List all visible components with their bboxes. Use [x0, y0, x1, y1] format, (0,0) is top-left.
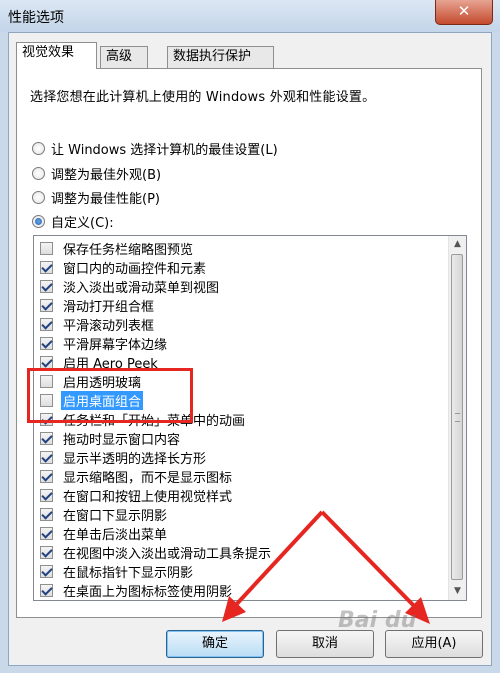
radio-best-performance[interactable]: 调整为最佳性能(P)	[32, 187, 160, 207]
tab-advanced[interactable]: 高级	[100, 46, 148, 68]
list-item[interactable]: 显示缩略图，而不是显示图标	[40, 467, 234, 486]
radio-label: 调整为最佳性能(P)	[51, 191, 160, 207]
list-item-label: 在窗口和按钮上使用视觉样式	[63, 490, 233, 505]
window-title: 性能选项	[8, 10, 64, 26]
list-item-label: 在单击后淡出菜单	[63, 528, 168, 543]
list-item-label: 拖动时显示窗口内容	[63, 433, 181, 448]
scroll-up-arrow-icon[interactable]: ▲	[449, 236, 466, 253]
list-item[interactable]: 拖动时显示窗口内容	[40, 429, 182, 448]
grip-icon	[455, 413, 460, 422]
checkbox-checked[interactable]	[40, 280, 53, 293]
list-item[interactable]: 窗口内的动画控件和元素	[40, 258, 208, 277]
list-item-label: 保存任务栏缩略图预览	[63, 243, 194, 258]
checkbox-checked[interactable]	[40, 451, 53, 464]
list-item[interactable]: 在单击后淡出菜单	[40, 524, 169, 543]
list-item[interactable]: 在桌面上为图标标签使用阴影	[40, 581, 234, 600]
list-item[interactable]: 淡入淡出或滑动菜单到视图	[40, 277, 221, 296]
checkbox-checked[interactable]	[40, 318, 53, 331]
list-item[interactable]: 平滑屏幕字体边缘	[40, 334, 169, 353]
checkbox-checked[interactable]	[40, 565, 53, 578]
list-item-label: 窗口内的动画控件和元素	[63, 262, 207, 277]
list-item-label: 滑动打开组合框	[63, 300, 155, 315]
radio-button-selected[interactable]	[32, 214, 45, 228]
checkbox-checked[interactable]	[40, 299, 53, 312]
list-item[interactable]: 滑动打开组合框	[40, 296, 156, 315]
watermark: Bai du	[338, 608, 417, 633]
annotation-highlight-box	[27, 368, 193, 423]
checkbox-checked[interactable]	[40, 432, 53, 445]
list-item-label: 在桌面上为图标标签使用阴影	[63, 585, 233, 600]
close-icon: ✕	[457, 2, 471, 20]
list-item-label: 显示缩略图，而不是显示图标	[63, 471, 233, 486]
scroll-thumb[interactable]	[451, 254, 463, 580]
list-item-label: 平滑滚动列表框	[63, 319, 155, 334]
checkbox-checked[interactable]	[40, 527, 53, 540]
ok-button[interactable]: 确定	[166, 630, 264, 658]
list-item[interactable]: 在鼠标指针下显示阴影	[40, 562, 195, 581]
checkbox-checked[interactable]	[40, 508, 53, 521]
vertical-scrollbar[interactable]: ▲ ▼	[448, 236, 466, 600]
tab-visual-effects[interactable]: 视觉效果	[16, 42, 97, 69]
tab-dep[interactable]: 数据执行保护	[167, 46, 274, 68]
list-item-label: 在视图中淡入淡出或滑动工具条提示	[63, 547, 272, 562]
checkbox[interactable]	[40, 242, 53, 255]
list-item[interactable]: 在窗口和按钮上使用视觉样式	[40, 486, 234, 505]
checkbox-checked[interactable]	[40, 546, 53, 559]
list-item[interactable]: 在窗口下显示阴影	[40, 505, 169, 524]
radio-label: 让 Windows 选择计算机的最佳设置(L)	[51, 142, 278, 158]
radio-best-appearance[interactable]: 调整为最佳外观(B)	[32, 163, 161, 183]
title-bar: 性能选项 ✕	[0, 0, 500, 32]
radio-button[interactable]	[32, 166, 45, 180]
radio-let-windows-choose[interactable]: 让 Windows 选择计算机的最佳设置(L)	[32, 138, 278, 158]
checkbox-checked[interactable]	[40, 489, 53, 502]
list-item-label: 淡入淡出或滑动菜单到视图	[63, 281, 220, 296]
list-item-label: 显示半透明的选择长方形	[63, 452, 207, 467]
radio-label: 自定义(C):	[51, 215, 114, 231]
list-item-label: 平滑屏幕字体边缘	[63, 338, 168, 353]
checkbox-checked[interactable]	[40, 584, 53, 597]
apply-button[interactable]: 应用(A)	[385, 630, 483, 658]
checkbox-checked[interactable]	[40, 261, 53, 274]
list-item[interactable]: 平滑滚动列表框	[40, 315, 156, 334]
list-item[interactable]: 显示半透明的选择长方形	[40, 448, 208, 467]
radio-button[interactable]	[32, 141, 45, 155]
radio-custom[interactable]: 自定义(C):	[32, 211, 114, 231]
cancel-button[interactable]: 取消	[276, 630, 374, 658]
description-text: 选择您想在此计算机上使用的 Windows 外观和性能设置。	[30, 90, 376, 105]
checkbox-checked[interactable]	[40, 470, 53, 483]
list-item[interactable]: 保存任务栏缩略图预览	[40, 239, 195, 258]
list-item-label: 在窗口下显示阴影	[63, 509, 168, 524]
close-button[interactable]: ✕	[435, 0, 493, 25]
list-item-label: 在鼠标指针下显示阴影	[63, 566, 194, 581]
list-item[interactable]: 在视图中淡入淡出或滑动工具条提示	[40, 543, 273, 562]
scroll-down-arrow-icon[interactable]: ▼	[449, 583, 466, 600]
checkbox-checked[interactable]	[40, 337, 53, 350]
radio-label: 调整为最佳外观(B)	[51, 167, 162, 183]
radio-button[interactable]	[32, 190, 45, 204]
